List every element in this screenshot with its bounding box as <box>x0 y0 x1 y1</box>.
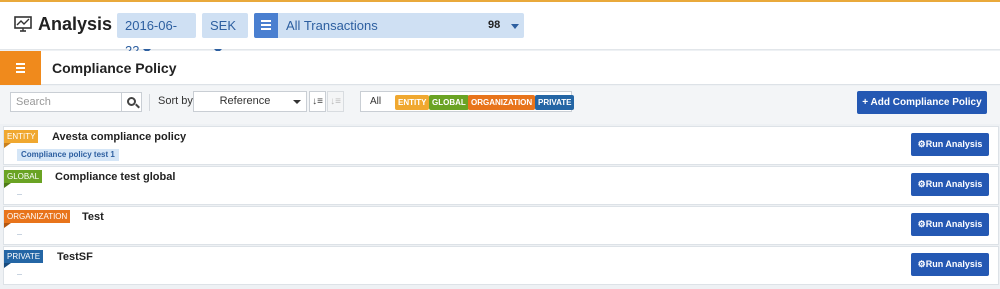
date-selector[interactable]: 2016-06-22 <box>117 13 196 58</box>
run-analysis-button[interactable]: ⚙Run Analysis <box>911 133 989 156</box>
run-analysis-button[interactable]: ⚙Run Analysis <box>911 253 989 276</box>
type-filter-group: All ENTITY GLOBAL ORGANIZATION PRIVATE <box>360 91 575 112</box>
filter-global[interactable]: GLOBAL <box>429 95 469 110</box>
toolbar: Sort by Reference ↓≡ ↓≡ All ENTITY GLOBA… <box>0 86 1000 124</box>
monitor-chart-icon <box>14 16 32 32</box>
run-analysis-button[interactable]: ⚙Run Analysis <box>911 173 989 196</box>
sort-descending-icon[interactable]: ↓≡ <box>327 91 344 112</box>
type-badge: ENTITY <box>4 130 39 143</box>
transactions-count: 98 <box>488 19 501 31</box>
policy-title[interactable]: Compliance test global <box>55 171 175 183</box>
search-button[interactable] <box>121 92 142 112</box>
placeholder-mark <box>17 274 22 275</box>
list-icon[interactable] <box>0 51 41 85</box>
policy-chip[interactable]: Compliance policy test 1 <box>17 149 119 161</box>
badge-fold <box>4 263 11 268</box>
policy-list: ENTITY Avesta compliance policy Complian… <box>3 126 999 289</box>
type-badge: PRIVATE <box>4 250 44 263</box>
sort-ascending-icon[interactable]: ↓≡ <box>309 91 326 112</box>
filter-private[interactable]: PRIVATE <box>535 95 575 110</box>
badge-fold <box>4 183 11 188</box>
page-title: Analysis <box>38 14 113 34</box>
filter-entity[interactable]: ENTITY <box>395 95 430 110</box>
type-badge: ORGANIZATION <box>4 210 71 223</box>
chevron-down-icon[interactable] <box>511 24 519 29</box>
section-header: Compliance Policy <box>0 51 1000 85</box>
list-item[interactable]: ENTITY Avesta compliance policy Complian… <box>3 126 999 165</box>
sort-value: Reference <box>219 95 271 107</box>
policy-title[interactable]: Test <box>82 211 104 223</box>
badge-fold <box>4 143 11 148</box>
placeholder-mark <box>17 194 22 195</box>
list-item[interactable]: PRIVATE TestSF ⚙Run Analysis <box>3 246 999 285</box>
policy-title[interactable]: TestSF <box>57 251 93 263</box>
badge-fold <box>4 223 11 228</box>
currency-selector[interactable]: SEK <box>202 13 248 53</box>
search-input[interactable] <box>10 92 122 112</box>
list-item[interactable]: GLOBAL Compliance test global ⚙Run Analy… <box>3 166 999 205</box>
placeholder-mark <box>17 234 22 235</box>
currency-value: SEK <box>210 18 237 33</box>
transactions-selector[interactable]: All Transactions 98 <box>254 13 524 38</box>
sort-by-label: Sort by <box>158 95 193 107</box>
menu-icon[interactable] <box>254 13 278 38</box>
policy-title[interactable]: Avesta compliance policy <box>52 131 186 143</box>
chevron-down-icon <box>293 100 301 104</box>
filter-all[interactable]: All <box>365 94 386 109</box>
list-item[interactable]: ORGANIZATION Test ⚙Run Analysis <box>3 206 999 245</box>
transactions-label: All Transactions <box>286 18 378 33</box>
section-title: Compliance Policy <box>52 60 177 76</box>
top-bar: Analysis 2016-06-22 SEK All Transactions… <box>0 2 1000 58</box>
add-compliance-policy-button[interactable]: + Add Compliance Policy <box>857 91 987 114</box>
type-badge: GLOBAL <box>4 170 43 183</box>
filter-organization[interactable]: ORGANIZATION <box>468 95 536 110</box>
run-analysis-button[interactable]: ⚙Run Analysis <box>911 213 989 236</box>
sort-select[interactable]: Reference <box>193 91 307 112</box>
divider <box>149 94 150 111</box>
